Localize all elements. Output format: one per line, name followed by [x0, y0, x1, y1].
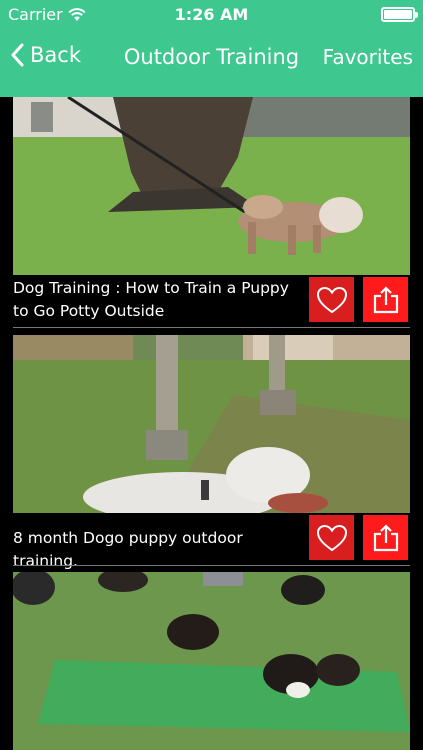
- favorites-button[interactable]: Favorites: [323, 45, 413, 69]
- divider: [13, 565, 410, 566]
- favorite-button[interactable]: [309, 277, 354, 322]
- video-caption-row: Dog Training : How to Train a Puppy to G…: [13, 277, 410, 329]
- status-bar: Carrier 1:26 AM: [0, 0, 423, 30]
- battery-icon: [381, 7, 418, 22]
- video-thumbnail[interactable]: [13, 335, 410, 513]
- video-title: Dog Training : How to Train a Puppy to G…: [13, 279, 289, 320]
- heart-icon: [316, 286, 347, 313]
- share-icon: [373, 523, 398, 551]
- status-time: 1:26 AM: [174, 5, 249, 24]
- video-thumbnail[interactable]: [13, 572, 410, 750]
- video-title: 8 month Dogo puppy outdoor training.: [13, 529, 243, 570]
- navigation-bar: Back Outdoor Training Favorites: [0, 30, 423, 90]
- share-icon: [373, 285, 398, 313]
- video-card[interactable]: 8 month Dogo puppy outdoor training.: [13, 335, 410, 570]
- video-card[interactable]: [13, 572, 410, 750]
- favorite-button[interactable]: [309, 515, 354, 560]
- video-card[interactable]: Dog Training : How to Train a Puppy to G…: [13, 97, 410, 329]
- divider: [13, 327, 410, 328]
- heart-icon: [316, 524, 347, 551]
- share-button[interactable]: [363, 515, 408, 560]
- top-bar: Carrier 1:26 AM Back Outdoor Training Fa…: [0, 0, 423, 97]
- video-thumbnail[interactable]: [13, 97, 410, 275]
- share-button[interactable]: [363, 277, 408, 322]
- video-caption-row: 8 month Dogo puppy outdoor training.: [13, 515, 410, 570]
